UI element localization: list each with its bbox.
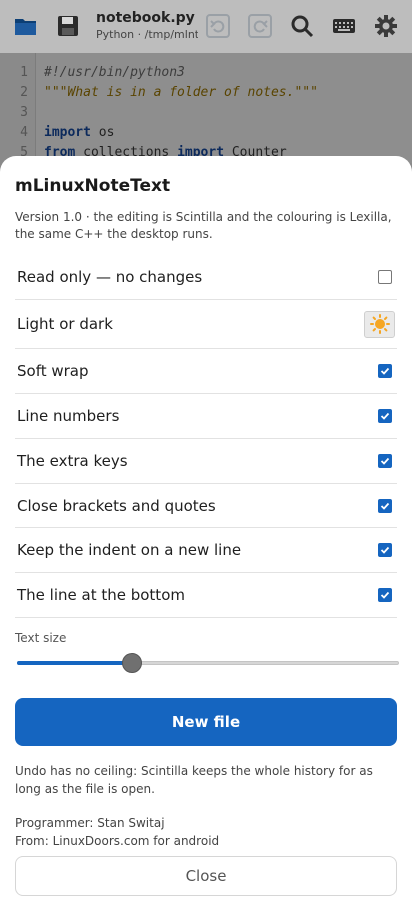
close-brackets-checkbox[interactable] [378, 498, 392, 513]
read-only-checkbox[interactable] [378, 270, 392, 284]
option-label: Read only — no changes [17, 268, 203, 286]
option-extra-keys[interactable]: The extra keys [15, 439, 397, 484]
close-button[interactable]: Close [15, 856, 397, 896]
redo-icon[interactable] [245, 11, 275, 41]
version-info: Version 1.0 · the editing is Scintilla a… [15, 210, 392, 241]
file-name: notebook.py [96, 10, 195, 26]
slider-fill [17, 661, 132, 665]
line-number: 4 [20, 125, 28, 140]
text-size-label: Text size [15, 631, 67, 645]
option-label: The line at the bottom [17, 586, 185, 604]
code-line-2: """What is in a folder of notes.""" [44, 85, 318, 100]
option-soft-wrap[interactable]: Soft wrap [15, 349, 397, 394]
code-text: os [90, 125, 115, 140]
undo-note: Undo has no ceiling: Scintilla keeps the… [15, 764, 373, 796]
line-number: 3 [20, 105, 28, 120]
check-icon [380, 367, 390, 375]
line-number-gutter: 1 2 3 4 5 [0, 53, 36, 163]
option-theme[interactable]: Light or dark [15, 300, 397, 349]
search-icon[interactable] [287, 11, 317, 41]
keep-indent-checkbox[interactable] [378, 543, 392, 557]
option-line-numbers[interactable]: Line numbers [15, 394, 397, 439]
keyword: import [44, 125, 91, 140]
option-label: Keep the indent on a new line [17, 541, 242, 559]
option-label: Soft wrap [17, 362, 89, 380]
option-label: Light or dark [17, 315, 113, 333]
keyboard-icon[interactable] [329, 11, 359, 41]
code-editor: 1 2 3 4 5 #!/usr/bin/python3 """What is … [0, 53, 412, 163]
option-close-brackets[interactable]: Close brackets and quotes [15, 484, 397, 528]
new-file-button[interactable]: New file [15, 698, 397, 746]
extra-keys-checkbox[interactable] [378, 454, 392, 468]
option-keep-indent[interactable]: Keep the indent on a new line [15, 528, 397, 573]
check-icon [380, 457, 390, 465]
line-number: 2 [20, 85, 28, 100]
folder-icon[interactable] [11, 11, 41, 41]
theme-toggle-button[interactable] [364, 310, 395, 338]
option-label: Line numbers [17, 407, 120, 425]
programmer-credit: Programmer: Stan Switaj [15, 816, 165, 830]
save-icon[interactable] [53, 11, 83, 41]
top-toolbar: notebook.py Python · /tmp/mlnt [0, 0, 412, 53]
gear-icon[interactable] [371, 11, 401, 41]
option-label: Close brackets and quotes [17, 496, 216, 515]
check-icon [380, 591, 390, 599]
code-line-1: #!/usr/bin/python3 [44, 65, 185, 80]
text-size-slider[interactable] [17, 652, 399, 674]
settings-sheet: mLinuxNoteText Version 1.0 · the editing… [0, 156, 412, 915]
status-line-checkbox[interactable] [378, 588, 392, 602]
check-icon [380, 546, 390, 554]
sun-icon [369, 314, 390, 334]
soft-wrap-checkbox[interactable] [378, 364, 392, 378]
file-info: notebook.py Python · /tmp/mlnt [96, 9, 198, 42]
option-read-only[interactable]: Read only — no changes [15, 255, 397, 300]
line-numbers-checkbox[interactable] [378, 409, 392, 423]
check-icon [380, 502, 390, 510]
line-number: 1 [20, 65, 28, 80]
source-credit: From: LinuxDoors.com for android [15, 834, 220, 848]
slider-thumb[interactable] [121, 653, 142, 673]
option-label: The extra keys [17, 452, 128, 470]
undo-icon[interactable] [203, 11, 233, 41]
sheet-title: mLinuxNoteText [15, 176, 171, 196]
check-icon [380, 412, 390, 420]
code-line-4: import os [44, 125, 114, 140]
file-path: Python · /tmp/mlnt [96, 28, 198, 41]
option-status-line[interactable]: The line at the bottom [15, 573, 397, 618]
